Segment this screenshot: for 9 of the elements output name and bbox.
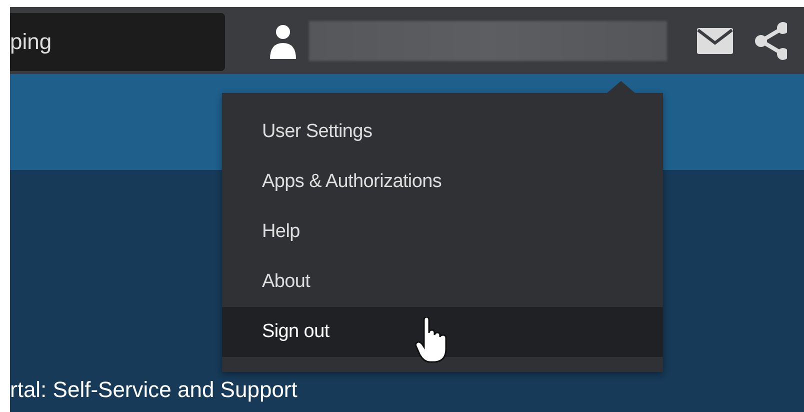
menu-item[interactable]: Help [222,207,663,257]
menu-item[interactable]: Apps & Authorizations [222,157,663,207]
menu-item[interactable]: About [222,257,663,307]
mail-icon[interactable] [697,26,733,56]
share-icon[interactable] [755,22,787,60]
search-field[interactable]: ping [10,12,225,70]
user-icon[interactable] [268,22,298,58]
hand-cursor-icon [415,317,449,363]
page-title: rtal: Self-Service and Support [10,377,298,403]
